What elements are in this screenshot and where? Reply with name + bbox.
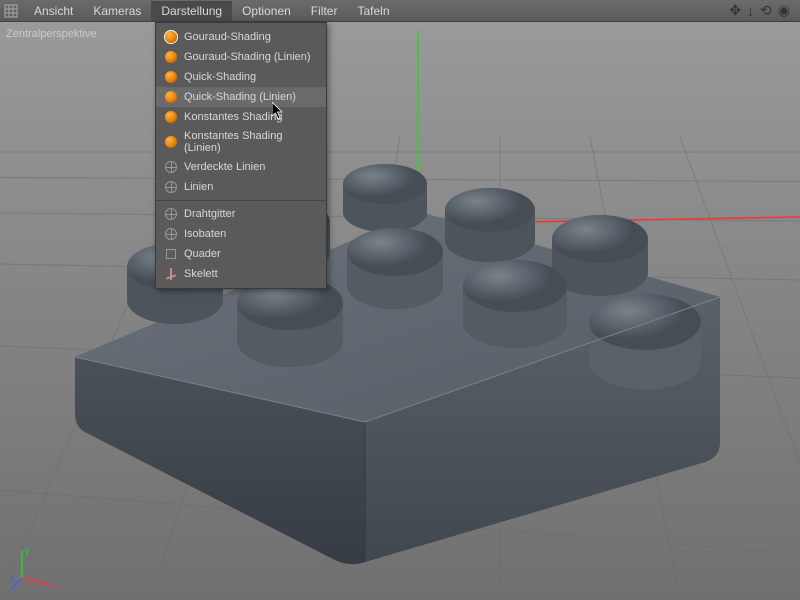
app-icon [4,4,18,18]
refresh-icon[interactable]: ↓ [745,3,756,19]
wire-icon [164,180,178,194]
viewport-3d[interactable]: x y z [0,22,800,600]
menu-darstellung[interactable]: Darstellung [151,1,232,21]
axis-x-label: x [52,581,55,590]
dropdown-item-label: Quick-Shading [184,71,256,83]
dropdown-item-label: Skelett [184,268,218,280]
dropdown-item-label: Konstantes Shading (Linien) [184,130,318,154]
viewport-toolbar: ✥ ↓ ⟲ ◉ [727,2,796,19]
skel-icon [164,267,178,281]
dropdown-item-label: Drahtgitter [184,208,235,220]
wire-icon [164,207,178,221]
dropdown-separator [156,200,326,201]
rotate-icon[interactable]: ⟲ [758,2,774,19]
dropdown-item-quick-shading-linien-[interactable]: Quick-Shading (Linien) [156,87,326,107]
sphere-icon [164,135,178,149]
target-icon[interactable]: ◉ [776,2,792,19]
dropdown-item-label: Linien [184,181,213,193]
axis-z-label: z [10,573,15,583]
menubar: AnsichtKamerasDarstellungOptionenFilterT… [0,0,800,22]
dropdown-item-verdeckte-linien[interactable]: Verdeckte Linien [156,157,326,177]
dropdown-item-linien[interactable]: Linien [156,177,326,197]
dropdown-item-gouraud-shading[interactable]: Gouraud-Shading [156,27,326,47]
axis-gizmo[interactable]: x y z [10,545,55,590]
darstellung-dropdown: Gouraud-Shading Gouraud-Shading (Linien) Q… [155,22,327,289]
dropdown-item-label: Konstantes Shading [184,111,282,123]
dropdown-item-konstantes-shading[interactable]: Konstantes Shading [156,107,326,127]
dropdown-item-quader[interactable]: Quader [156,244,326,264]
menu-filter[interactable]: Filter [301,1,348,21]
dropdown-item-drahtgitter[interactable]: Drahtgitter [156,204,326,224]
menu-tafeln[interactable]: Tafeln [347,1,399,21]
menu-kameras[interactable]: Kameras [83,1,151,21]
dropdown-item-label: Quader [184,248,221,260]
move-tool-icon[interactable]: ✥ [727,2,743,19]
wire-icon [164,227,178,241]
wire-icon [164,160,178,174]
floor-grid [0,22,800,600]
dropdown-item-isobaten[interactable]: Isobaten [156,224,326,244]
dropdown-item-label: Gouraud-Shading [184,31,271,43]
dropdown-item-konstantes-shading-linien-[interactable]: Konstantes Shading (Linien) [156,127,326,157]
sphere-icon [164,50,178,64]
viewport-label: Zentralperspektive [6,28,97,40]
box-icon [164,247,178,261]
sphere-icon [164,90,178,104]
dropdown-item-label: Isobaten [184,228,226,240]
dropdown-item-label: Gouraud-Shading (Linien) [184,51,311,63]
menu-optionen[interactable]: Optionen [232,1,301,21]
sphere-icon [164,70,178,84]
dropdown-item-gouraud-shading-linien-[interactable]: Gouraud-Shading (Linien) [156,47,326,67]
axis-y-label: y [25,545,30,555]
dropdown-item-skelett[interactable]: Skelett [156,264,326,284]
sphere-icon [164,110,178,124]
menu-ansicht[interactable]: Ansicht [24,1,83,21]
dropdown-item-quick-shading[interactable]: Quick-Shading [156,67,326,87]
dropdown-item-label: Quick-Shading (Linien) [184,91,296,103]
sphere-icon [164,30,178,44]
dropdown-item-label: Verdeckte Linien [184,161,265,173]
